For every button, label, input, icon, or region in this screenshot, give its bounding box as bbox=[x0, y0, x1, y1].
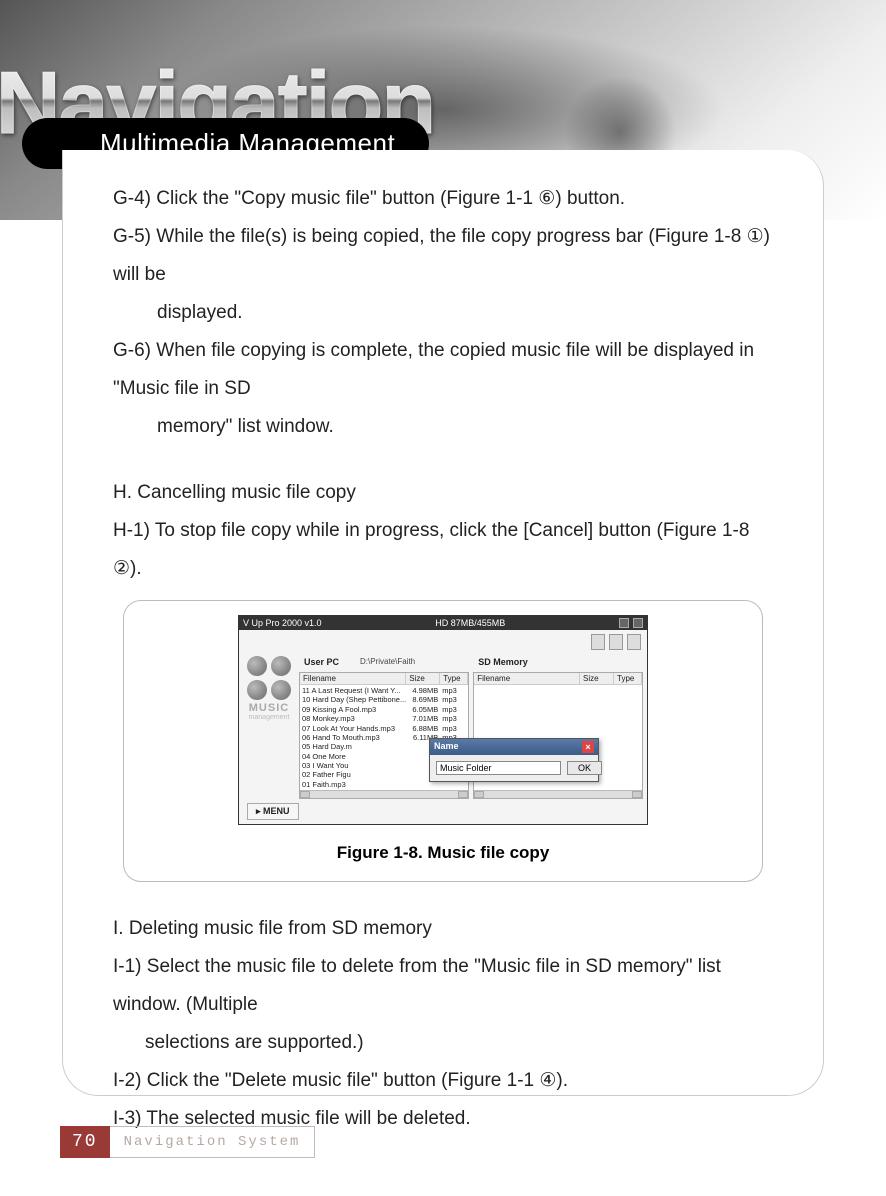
heading-h: H. Cancelling music file copy bbox=[113, 474, 773, 512]
dialog-input[interactable] bbox=[436, 761, 561, 775]
right-scrollbar[interactable] bbox=[474, 790, 642, 798]
left-pane-path: D:\Private\Faith bbox=[360, 657, 415, 666]
app-window: V Up Pro 2000 v1.0 HD 87MB/455MB bbox=[238, 615, 648, 825]
para-i2: I-2) Click the "Delete music file" butto… bbox=[113, 1062, 773, 1100]
list-item: 10 Hard Day (Shep Pettibone...8.69MBmp3 bbox=[300, 695, 468, 704]
col-filename: Filename bbox=[300, 673, 406, 684]
toolbar-icon-2[interactable] bbox=[609, 634, 623, 650]
logo-circle bbox=[271, 680, 291, 700]
minimize-icon[interactable] bbox=[619, 618, 629, 628]
right-pane-header: Filename Size Type bbox=[474, 673, 642, 685]
menu-bar: ▸ MENU bbox=[239, 799, 647, 824]
para-i1a: I-1) Select the music file to delete fro… bbox=[113, 948, 773, 1024]
page-number: 70 bbox=[60, 1126, 110, 1158]
list-item: 09 Kissing A Fool.mp36.05MBmp3 bbox=[300, 705, 468, 714]
para-i1b: selections are supported.) bbox=[113, 1024, 773, 1062]
logo-circle bbox=[271, 656, 291, 676]
menu-button[interactable]: ▸ MENU bbox=[247, 803, 299, 820]
list-item: 07 Look At Your Hands.mp36.88MBmp3 bbox=[300, 724, 468, 733]
close-icon[interactable]: × bbox=[582, 741, 594, 753]
para-g6b: memory" list window. bbox=[113, 408, 773, 446]
para-g5b: displayed. bbox=[113, 294, 773, 332]
para-g5a: G-5) While the file(s) is being copied, … bbox=[113, 218, 773, 294]
logo-subtext: management bbox=[241, 714, 297, 721]
para-g4: G-4) Click the "Copy music file" button … bbox=[113, 180, 773, 218]
footer-label: Navigation System bbox=[110, 1126, 316, 1158]
logo-circle bbox=[247, 656, 267, 676]
para-h1: H-1) To stop file copy while in progress… bbox=[113, 512, 773, 588]
close-icon[interactable] bbox=[633, 618, 643, 628]
dialog-name: Name × OK bbox=[429, 738, 599, 782]
toolbar bbox=[239, 630, 647, 650]
app-title: V Up Pro 2000 v1.0 bbox=[243, 618, 322, 628]
list-item: 08 Monkey.mp37.01MBmp3 bbox=[300, 714, 468, 723]
figure-caption: Figure 1-8. Music file copy bbox=[138, 843, 748, 863]
content-panel: G-4) Click the "Copy music file" button … bbox=[62, 150, 824, 1096]
col-filename: Filename bbox=[474, 673, 580, 684]
ok-button[interactable]: OK bbox=[567, 761, 602, 775]
list-item: 11 A Last Request (I Want Y...4.98MBmp3 bbox=[300, 686, 468, 695]
dialog-titlebar: Name × bbox=[430, 739, 598, 755]
body-text: G-4) Click the "Copy music file" button … bbox=[113, 180, 773, 588]
page-footer: 70 Navigation System bbox=[60, 1126, 315, 1158]
dialog-title: Name bbox=[434, 741, 459, 753]
col-size: Size bbox=[406, 673, 440, 684]
left-scrollbar[interactable] bbox=[300, 790, 468, 798]
col-type: Type bbox=[614, 673, 642, 684]
left-pane-header: Filename Size Type bbox=[300, 673, 468, 685]
col-type: Type bbox=[440, 673, 468, 684]
logo-text: MUSIC bbox=[241, 702, 297, 714]
app-title-center: HD 87MB/455MB bbox=[435, 618, 505, 628]
left-pane-label: User PC bbox=[304, 657, 339, 667]
right-pane-label: SD Memory bbox=[478, 657, 528, 667]
body-text-2: I. Deleting music file from SD memory I-… bbox=[113, 910, 773, 1138]
figure-frame: V Up Pro 2000 v1.0 HD 87MB/455MB bbox=[123, 600, 763, 882]
app-titlebar: V Up Pro 2000 v1.0 HD 87MB/455MB bbox=[239, 616, 647, 630]
col-size: Size bbox=[580, 673, 614, 684]
logo-circle bbox=[247, 680, 267, 700]
heading-i: I. Deleting music file from SD memory bbox=[113, 910, 773, 948]
toolbar-icon-1[interactable] bbox=[591, 634, 605, 650]
app-logo: MUSIC management bbox=[239, 650, 299, 799]
para-g6a: G-6) When file copying is complete, the … bbox=[113, 332, 773, 408]
toolbar-icon-3[interactable] bbox=[627, 634, 641, 650]
